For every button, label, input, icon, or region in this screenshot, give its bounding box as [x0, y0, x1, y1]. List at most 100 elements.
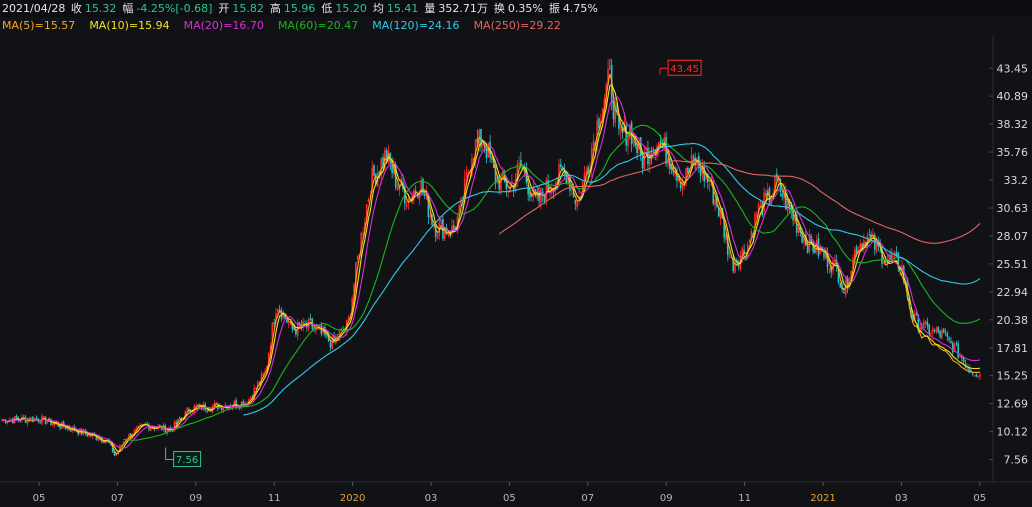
time-tick-label: 03	[895, 493, 908, 504]
candle-body	[884, 260, 887, 262]
price-grid	[0, 35, 1032, 483]
candle-body	[781, 193, 784, 197]
quote-item-value: -4.25%[-0.68]	[136, 2, 213, 15]
quote-item: 换 0.35%	[494, 0, 543, 17]
quote-item-value: 0.35%	[507, 2, 543, 15]
candles	[1, 58, 981, 457]
price-tick-label: 38.32	[997, 118, 1029, 131]
price-tick-label: 25.51	[997, 258, 1029, 271]
candle-body	[465, 172, 468, 177]
time-tick-label: 11	[268, 493, 281, 504]
candle-body	[340, 328, 343, 330]
price-tick-label: 17.81	[997, 342, 1029, 355]
candle-body	[22, 417, 25, 419]
candle-body	[932, 328, 934, 333]
time-tick-label: 07	[581, 493, 594, 504]
quote-item-label: 量	[424, 2, 436, 15]
candle-body	[939, 330, 941, 337]
time-tick-label: 09	[189, 493, 202, 504]
candle-body	[942, 328, 945, 333]
time-tick-label: 07	[111, 493, 124, 504]
candle-body	[806, 245, 809, 254]
time-axis: 05 07 09 11 2020 03 05 07 09 11 2021 03 05	[33, 482, 986, 504]
candle-body	[948, 338, 950, 340]
quote-item: 均 15.41	[373, 0, 419, 17]
candle-body	[953, 344, 956, 351]
candle-body	[930, 332, 932, 334]
candle-body	[52, 423, 54, 426]
quote-item: 高 15.96	[270, 0, 316, 17]
candle-body	[97, 439, 99, 441]
time-tick-label: 11	[738, 493, 751, 504]
candle-body	[206, 410, 208, 412]
candle-body	[540, 188, 542, 204]
candle-body	[941, 330, 943, 339]
candle-body	[950, 341, 952, 343]
candle-body	[892, 255, 894, 258]
ma-line	[498, 160, 981, 244]
price-tick-label: 35.76	[997, 146, 1029, 159]
candle-body	[414, 190, 417, 192]
time-tick-label: 2020	[340, 493, 365, 504]
candle-body	[937, 326, 940, 333]
candle-body	[737, 265, 740, 267]
candle-body	[35, 417, 38, 419]
time-tick-label: 05	[503, 493, 516, 504]
price-tick-label: 30.63	[997, 202, 1029, 215]
candle-body	[518, 163, 520, 165]
candlestick-chart[interactable]: 43.45 7.56 43.45 40.89 38.32 35.76 33.2 30.63 2…	[0, 35, 1032, 507]
candle-body	[429, 215, 432, 218]
candle-body	[15, 415, 18, 419]
quote-item-value: 15.20	[335, 2, 367, 15]
candle-body	[946, 333, 949, 337]
candle-body	[576, 202, 578, 208]
candle-body	[609, 68, 611, 70]
candle-body	[436, 234, 439, 239]
ma-legend-item: MA(10)=15.94	[89, 19, 170, 32]
ma-legend-item: MA(120)=24.16	[372, 19, 460, 32]
candle-body	[977, 376, 979, 378]
candle-body	[828, 268, 831, 270]
candle-body	[309, 318, 312, 321]
time-tick-label: 09	[660, 493, 673, 504]
time-tick-label: 03	[425, 493, 438, 504]
candle-body	[356, 256, 359, 260]
ma-legend-item: MA(20)=16.70	[183, 19, 264, 32]
quote-item-label: 换	[493, 2, 505, 15]
price-tick-label: 28.07	[997, 230, 1029, 243]
candle-body	[933, 330, 936, 332]
candle-body	[423, 193, 426, 197]
time-tick-label: 2021	[810, 493, 835, 504]
quote-date: 2021/04/28	[2, 2, 66, 15]
price-tick-label: 20.38	[997, 314, 1029, 327]
candle-body	[287, 323, 290, 325]
candle-body	[6, 421, 9, 424]
candle-body	[843, 292, 845, 294]
candle-body	[276, 309, 279, 313]
candle-body	[329, 342, 332, 348]
quote-item-label: 振	[548, 2, 560, 15]
candle-body	[708, 184, 711, 186]
candle-body	[619, 129, 622, 132]
ma-legend-item: MA(250)=29.22	[473, 19, 561, 32]
candle-body	[186, 407, 188, 411]
candle-body	[971, 373, 974, 375]
candle-body	[728, 255, 731, 257]
candle-body	[955, 342, 958, 344]
candle-body	[560, 164, 562, 168]
candle-body	[598, 118, 600, 129]
candle-body	[839, 283, 842, 288]
candle-body	[396, 186, 399, 191]
price-tick-label: 40.89	[997, 90, 1029, 103]
quote-item-label: 开	[218, 2, 230, 15]
price-tick-label: 10.12	[997, 426, 1029, 439]
quote-item-value: 352.71万	[438, 2, 488, 15]
quote-item: 量 352.71万	[424, 0, 488, 17]
quote-item-label: 高	[269, 2, 281, 15]
ma-legend-item: MA(60)=20.47	[277, 19, 359, 32]
candle-body	[895, 252, 898, 255]
quote-item-label: 低	[321, 2, 333, 15]
candle-body	[39, 422, 41, 424]
candle-body	[70, 430, 72, 432]
price-tick-label: 7.56	[1004, 454, 1029, 467]
